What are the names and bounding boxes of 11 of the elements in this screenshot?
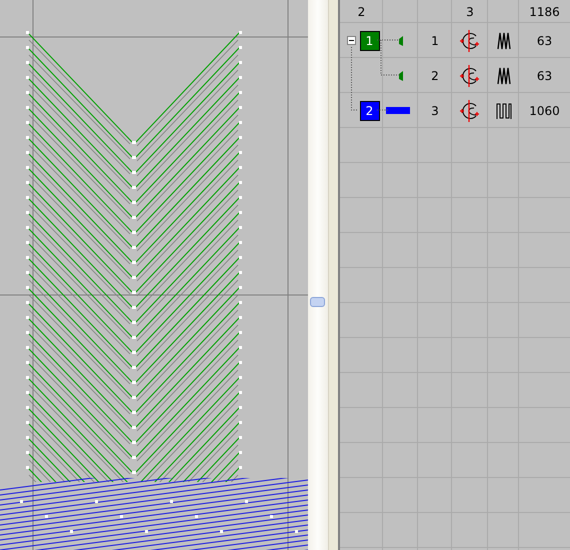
header-cell: 2 [358, 4, 366, 18]
stitch-count: 63 [536, 34, 552, 48]
stitch-number: 2 [431, 68, 439, 82]
stitch-number: 3 [431, 104, 439, 118]
stitch-count: 63 [536, 68, 552, 82]
color-group-tile[interactable]: 2 [360, 100, 380, 120]
header-cell: 1186 [529, 4, 560, 18]
color-group-tile[interactable]: 1 [360, 30, 380, 50]
header-cell: 3 [466, 4, 474, 18]
stitch-count: 1060 [529, 104, 560, 118]
stitch-number: 1 [431, 34, 439, 48]
